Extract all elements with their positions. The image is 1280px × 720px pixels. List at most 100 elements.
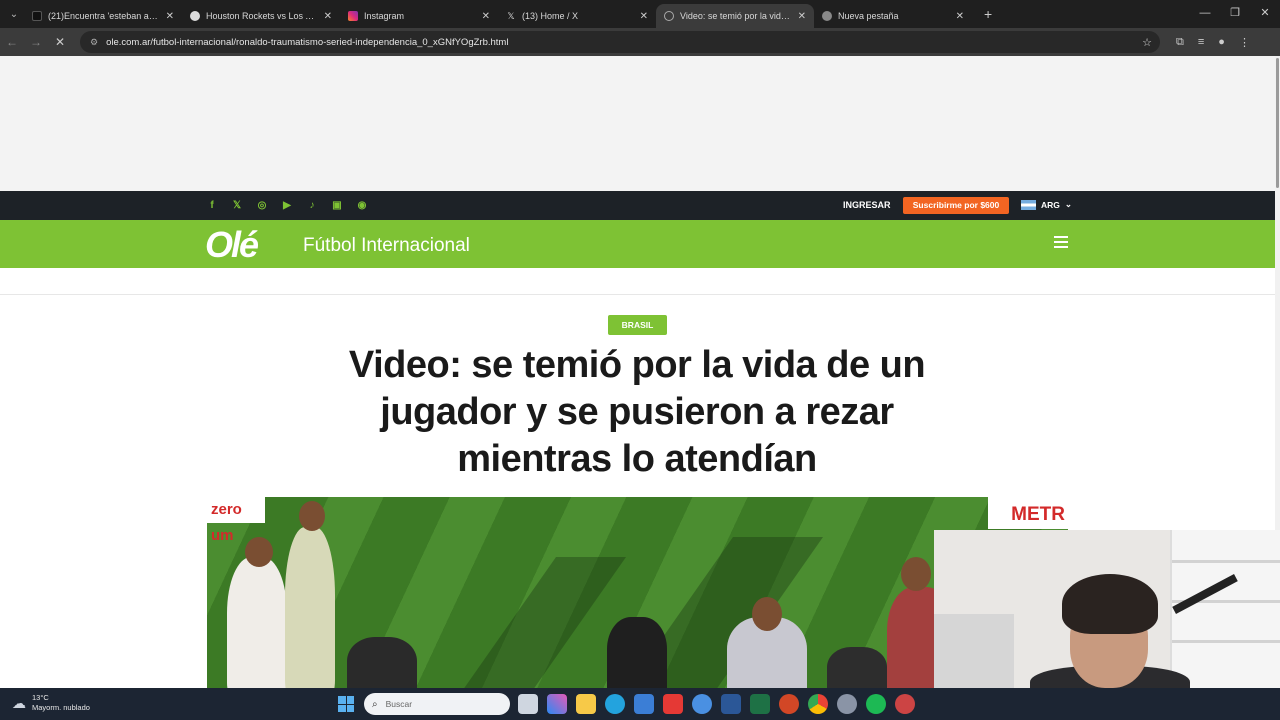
- tab-close-icon[interactable]: ✕: [324, 11, 332, 22]
- social-links: f 𝕏 ◎ ▶ ♪ ▣ ◉: [205, 191, 369, 220]
- chrome-icon[interactable]: [808, 694, 828, 714]
- country-selector[interactable]: ARG ⌄: [1021, 199, 1072, 210]
- hamburger-menu-icon[interactable]: [1054, 236, 1068, 248]
- app-misc-icon[interactable]: [895, 694, 915, 714]
- site-header: Olé Fútbol Internacional: [0, 220, 1275, 268]
- tv-brand-right: METR: [988, 497, 1068, 529]
- login-link[interactable]: INGRESAR: [843, 200, 891, 210]
- tiktok-icon[interactable]: ♪: [305, 199, 319, 213]
- cloud-icon: ☁: [12, 694, 26, 711]
- browser-toolbar: ← → ✕ ⚙ ole.com.ar/futbol-internacional/…: [0, 28, 1280, 56]
- tab-5[interactable]: Nueva pestaña ✕: [814, 4, 972, 28]
- excel-icon[interactable]: [750, 694, 770, 714]
- category-tag[interactable]: BRASIL: [608, 315, 667, 335]
- twitch-icon[interactable]: ▣: [330, 199, 344, 213]
- menu-kebab-icon[interactable]: ⋮: [1239, 36, 1250, 49]
- background-shelf: [1170, 530, 1280, 688]
- tab-close-icon[interactable]: ✕: [482, 11, 490, 22]
- powerpoint-icon[interactable]: [779, 694, 799, 714]
- stop-loading-icon[interactable]: ✕: [48, 35, 72, 49]
- youtube-icon[interactable]: ▶: [280, 199, 294, 213]
- streamer-hair: [1062, 574, 1158, 634]
- tab-close-icon[interactable]: ✕: [798, 11, 806, 22]
- weather-temp: 13°C: [32, 693, 49, 702]
- country-label: ARG: [1041, 199, 1060, 210]
- shelf-board: [1172, 640, 1280, 643]
- tab-label: Instagram: [364, 11, 405, 21]
- search-placeholder: Buscar: [385, 699, 413, 709]
- section-title[interactable]: Fútbol Internacional: [303, 235, 470, 257]
- player-head: [752, 597, 782, 631]
- facebook-icon[interactable]: f: [205, 199, 219, 213]
- tab-label: Houston Rockets vs Los Angeles: [206, 11, 318, 21]
- scrollbar-thumb[interactable]: [1276, 58, 1279, 188]
- x-icon[interactable]: 𝕏: [230, 199, 244, 213]
- player-figure: [227, 557, 287, 688]
- framed-picture: [934, 614, 1014, 688]
- taskbar-search[interactable]: ⌕ Buscar: [364, 693, 510, 715]
- bookmark-star-icon[interactable]: ☆: [1142, 36, 1152, 49]
- weather-text: 13°C Mayorm. nublado: [32, 693, 90, 713]
- webcam-overlay: [934, 530, 1280, 688]
- subscribe-button[interactable]: Suscribirme por $600: [903, 197, 1009, 214]
- instagram-favicon-icon: [348, 11, 358, 21]
- site-info-icon[interactable]: ⚙: [90, 37, 98, 48]
- shelf-board: [1172, 560, 1280, 563]
- settings-icon[interactable]: [837, 694, 857, 714]
- google-favicon-icon: [190, 11, 200, 21]
- address-bar[interactable]: ⚙ ole.com.ar/futbol-internacional/ronald…: [80, 31, 1160, 53]
- extensions-icon[interactable]: ⧉: [1176, 36, 1184, 49]
- tab-close-icon[interactable]: ✕: [640, 11, 648, 22]
- spotify-icon[interactable]: ◉: [355, 199, 369, 213]
- player-figure: [285, 527, 335, 688]
- store-icon[interactable]: [634, 694, 654, 714]
- url-text: ole.com.ar/futbol-internacional/ronaldo-…: [106, 36, 509, 48]
- new-tab-icon[interactable]: +: [984, 6, 992, 22]
- divider: [0, 294, 1275, 295]
- ole-favicon-icon: [664, 11, 674, 21]
- tab-close-icon[interactable]: ✕: [956, 11, 964, 22]
- tab-label: (21)Encuentra 'esteban andrada': [48, 11, 160, 21]
- windows-taskbar: ☁ 13°C Mayorm. nublado ⌕ Buscar: [0, 688, 1280, 720]
- forward-icon[interactable]: →: [24, 35, 48, 49]
- tab-2[interactable]: Instagram ✕: [340, 4, 498, 28]
- tab-label: Video: se temió por la vida de u: [680, 11, 792, 21]
- argentina-flag-icon: [1021, 199, 1036, 210]
- chevron-down-icon: ⌄: [1064, 199, 1073, 209]
- tab-search-icon[interactable]: ⌄: [4, 4, 24, 24]
- ole-logo[interactable]: Olé: [205, 224, 259, 266]
- task-view-icon[interactable]: [518, 694, 538, 714]
- profile-icon[interactable]: ●: [1218, 36, 1225, 49]
- weather-widget[interactable]: ☁ 13°C Mayorm. nublado: [12, 693, 90, 713]
- tab-close-icon[interactable]: ✕: [166, 11, 174, 22]
- minimize-icon[interactable]: —: [1190, 0, 1220, 28]
- tab-1[interactable]: Houston Rockets vs Los Angeles ✕: [182, 4, 340, 28]
- player-head: [299, 501, 325, 531]
- tab-4-active[interactable]: Video: se temió por la vida de u ✕: [656, 4, 814, 28]
- player-figure: [607, 617, 667, 688]
- restore-icon[interactable]: ❐: [1220, 0, 1250, 28]
- tab-3[interactable]: 𝕏 (13) Home / X ✕: [498, 4, 656, 28]
- article-headline: Video: se temió por la vida de un jugado…: [348, 344, 926, 480]
- player-figure: [347, 637, 417, 688]
- chrome-favicon-icon: [822, 11, 832, 21]
- player-figure: [827, 647, 887, 688]
- vpn-icon[interactable]: [692, 694, 712, 714]
- tab-0[interactable]: (21)Encuentra 'esteban andrada' ✕: [24, 4, 182, 28]
- close-window-icon[interactable]: ✕: [1250, 0, 1280, 28]
- instagram-icon[interactable]: ◎: [255, 199, 269, 213]
- tab-label: Nueva pestaña: [838, 11, 899, 21]
- media-icon[interactable]: ≡: [1198, 36, 1204, 49]
- edge-icon[interactable]: [605, 694, 625, 714]
- back-icon[interactable]: ←: [0, 35, 24, 49]
- window-controls: — ❐ ✕: [1190, 0, 1280, 28]
- app-red-icon[interactable]: [663, 694, 683, 714]
- spotify-app-icon[interactable]: [866, 694, 886, 714]
- search-icon: ⌕: [372, 698, 378, 710]
- windows-start-icon[interactable]: [338, 696, 354, 712]
- player-head: [901, 557, 931, 591]
- word-icon[interactable]: [721, 694, 741, 714]
- copilot-icon[interactable]: [547, 694, 567, 714]
- taskbar-apps: [518, 694, 915, 714]
- file-explorer-icon[interactable]: [576, 694, 596, 714]
